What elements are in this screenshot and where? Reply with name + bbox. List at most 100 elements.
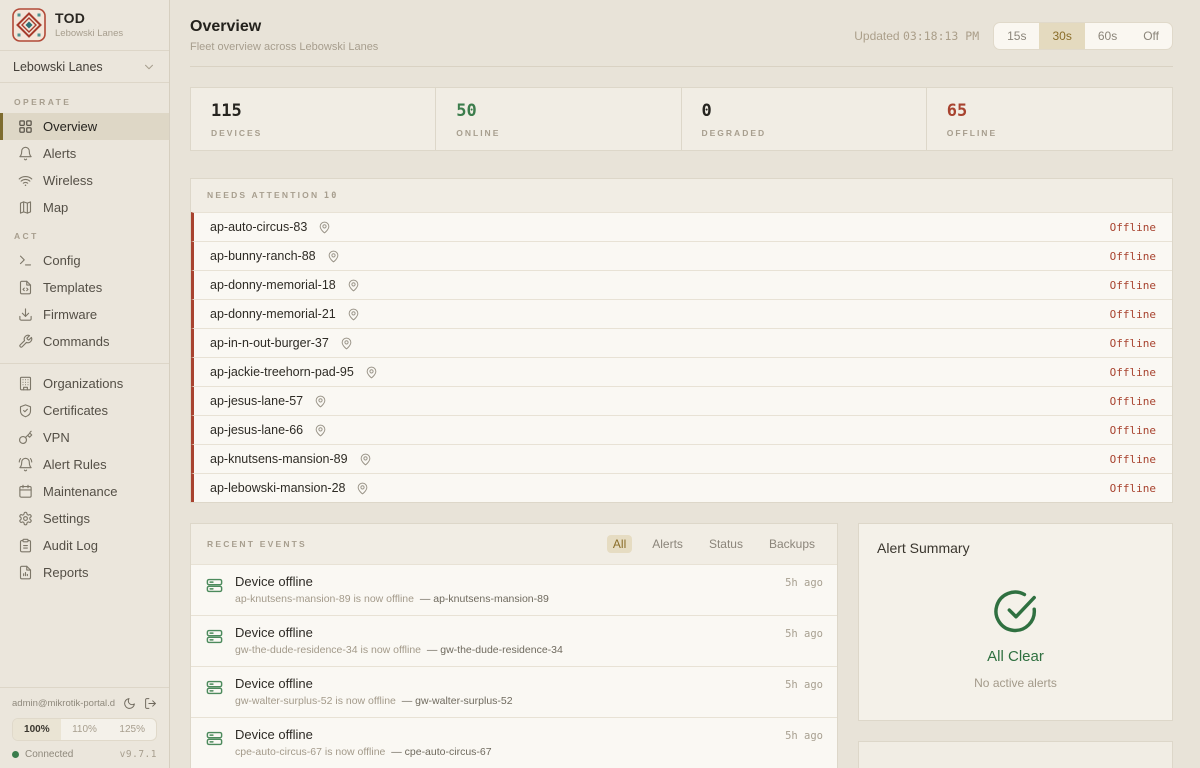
- stat-degraded: 0 DEGRADED: [682, 88, 927, 150]
- stat-value: 0: [702, 101, 906, 121]
- organization-selector[interactable]: Lebowski Lanes: [0, 51, 169, 83]
- device-status: Offline: [1110, 337, 1156, 350]
- map-pin-icon: [347, 308, 360, 321]
- page-title: Overview: [190, 18, 378, 36]
- event-title: Device offline: [235, 676, 774, 691]
- download-icon: [17, 307, 33, 322]
- attention-row-ap-jesus-lane-66[interactable]: ap-jesus-lane-66 Offline: [191, 415, 1172, 444]
- recent-events-panel: RECENT EVENTS All Alerts Status Backups Dev…: [190, 523, 838, 768]
- brand-subtitle: Lebowski Lanes: [55, 29, 123, 40]
- event-filter-status[interactable]: Status: [703, 535, 749, 553]
- logout-icon[interactable]: [144, 697, 157, 710]
- gear-icon: [17, 511, 33, 526]
- device-status: Offline: [1110, 424, 1156, 437]
- device-name: ap-donny-memorial-21: [210, 307, 336, 321]
- sidebar-item-label: Certificates: [43, 403, 108, 418]
- brand-title: TOD: [55, 10, 123, 26]
- server-icon: [205, 729, 224, 748]
- map-icon: [17, 200, 33, 215]
- recent-events-label: RECENT EVENTS: [207, 539, 307, 549]
- terminal-icon: [17, 253, 33, 268]
- alert-summary-card: Alert Summary All Clear No active alerts: [858, 523, 1173, 721]
- moon-icon[interactable]: [123, 697, 136, 710]
- sidebar-item-templates[interactable]: Templates: [0, 274, 169, 301]
- sidebar-item-reports[interactable]: Reports: [0, 559, 169, 586]
- attention-row-ap-in-n-out-burger-37[interactable]: ap-in-n-out-burger-37 Offline: [191, 328, 1172, 357]
- calendar-icon: [17, 484, 33, 499]
- user-email: admin@mikrotik-portal.dev: [12, 698, 115, 709]
- stat-devices: 115 DEVICES: [191, 88, 436, 150]
- zoom-option-125-[interactable]: 125%: [108, 719, 156, 740]
- file-code-icon: [17, 280, 33, 295]
- alert-summary-title: Alert Summary: [877, 540, 1154, 556]
- needs-attention-count: 10: [324, 191, 339, 201]
- device-status: Offline: [1110, 482, 1156, 495]
- sidebar-item-alerts[interactable]: Alerts: [0, 140, 169, 167]
- clipboard-icon: [17, 538, 33, 553]
- stat-offline: 65 OFFLINE: [927, 88, 1172, 150]
- sidebar-item-commands[interactable]: Commands: [0, 328, 169, 355]
- connection-status-dot: [12, 751, 19, 758]
- sidebar-item-audit-log[interactable]: Audit Log: [0, 532, 169, 559]
- alert-summary-status: All Clear: [987, 648, 1044, 665]
- server-icon: [205, 678, 224, 697]
- check-circle-icon: [993, 588, 1039, 634]
- sidebar-item-firmware[interactable]: Firmware: [0, 301, 169, 328]
- sidebar-item-map[interactable]: Map: [0, 194, 169, 221]
- event-device: — gw-walter-surplus-52: [402, 695, 513, 707]
- attention-row-ap-donny-memorial-18[interactable]: ap-donny-memorial-18 Offline: [191, 270, 1172, 299]
- device-name: ap-auto-circus-83: [210, 220, 307, 234]
- zoom-option-110-[interactable]: 110%: [61, 719, 109, 740]
- event-row[interactable]: Device offline gw-the-dude-residence-34 …: [191, 615, 837, 666]
- connection-status-label: Connected: [25, 749, 73, 760]
- refresh-option-30s[interactable]: 30s: [1039, 23, 1084, 49]
- sidebar-nav: OPERATE Overview Alerts Wireless Map ACT…: [0, 83, 169, 687]
- attention-row-ap-donny-memorial-21[interactable]: ap-donny-memorial-21 Offline: [191, 299, 1172, 328]
- sidebar-item-label: Templates: [43, 280, 102, 295]
- sidebar-item-config[interactable]: Config: [0, 247, 169, 274]
- sidebar-item-organizations[interactable]: Organizations: [0, 370, 169, 397]
- event-filter-alerts[interactable]: Alerts: [646, 535, 689, 553]
- device-name: ap-jackie-treehorn-pad-95: [210, 365, 354, 379]
- attention-row-ap-lebowski-mansion-28[interactable]: ap-lebowski-mansion-28 Offline: [191, 473, 1172, 502]
- sidebar-item-label: Alert Rules: [43, 457, 107, 472]
- sidebar-item-overview[interactable]: Overview: [0, 113, 169, 140]
- sidebar-item-label: VPN: [43, 430, 70, 445]
- attention-row-ap-knutsens-mansion-89[interactable]: ap-knutsens-mansion-89 Offline: [191, 444, 1172, 473]
- sidebar-item-label: Map: [43, 200, 68, 215]
- event-row[interactable]: Device offline ap-knutsens-mansion-89 is…: [191, 564, 837, 615]
- sidebar-item-vpn[interactable]: VPN: [0, 424, 169, 451]
- nav-divider: [0, 363, 169, 364]
- event-row[interactable]: Device offline cpe-auto-circus-67 is now…: [191, 717, 837, 768]
- attention-row-ap-bunny-ranch-88[interactable]: ap-bunny-ranch-88 Offline: [191, 241, 1172, 270]
- event-row[interactable]: Device offline gw-walter-surplus-52 is n…: [191, 666, 837, 717]
- event-filter-tabs: All Alerts Status Backups: [607, 535, 821, 553]
- event-device: — ap-knutsens-mansion-89: [420, 593, 549, 605]
- stat-label: ONLINE: [456, 128, 660, 138]
- attention-row-ap-jackie-treehorn-pad-95[interactable]: ap-jackie-treehorn-pad-95 Offline: [191, 357, 1172, 386]
- refresh-option-15s[interactable]: 15s: [994, 23, 1039, 49]
- event-filter-all[interactable]: All: [607, 535, 632, 553]
- sidebar-item-maintenance[interactable]: Maintenance: [0, 478, 169, 505]
- right-column: Alert Summary All Clear No active alerts…: [858, 523, 1173, 768]
- sidebar-item-label: Reports: [43, 565, 89, 580]
- stat-value: 50: [456, 101, 660, 121]
- event-filter-backups[interactable]: Backups: [763, 535, 821, 553]
- attention-row-ap-auto-circus-83[interactable]: ap-auto-circus-83 Offline: [191, 212, 1172, 241]
- zoom-option-100-[interactable]: 100%: [13, 719, 61, 740]
- refresh-option-60s[interactable]: 60s: [1085, 23, 1130, 49]
- sidebar-item-wireless[interactable]: Wireless: [0, 167, 169, 194]
- map-pin-icon: [314, 395, 327, 408]
- server-icon: [205, 576, 224, 595]
- bell-icon: [17, 146, 33, 161]
- sidebar-item-alert-rules[interactable]: Alert Rules: [0, 451, 169, 478]
- attention-row-ap-jesus-lane-57[interactable]: ap-jesus-lane-57 Offline: [191, 386, 1172, 415]
- sidebar-item-certificates[interactable]: Certificates: [0, 397, 169, 424]
- sidebar-item-settings[interactable]: Settings: [0, 505, 169, 532]
- brand: TOD Lebowski Lanes: [0, 0, 169, 51]
- stat-value: 65: [947, 101, 1152, 121]
- map-pin-icon: [327, 250, 340, 263]
- event-description: gw-the-dude-residence-34 is now offline …: [235, 644, 774, 656]
- refresh-option-off[interactable]: Off: [1130, 23, 1172, 49]
- device-status: Offline: [1110, 366, 1156, 379]
